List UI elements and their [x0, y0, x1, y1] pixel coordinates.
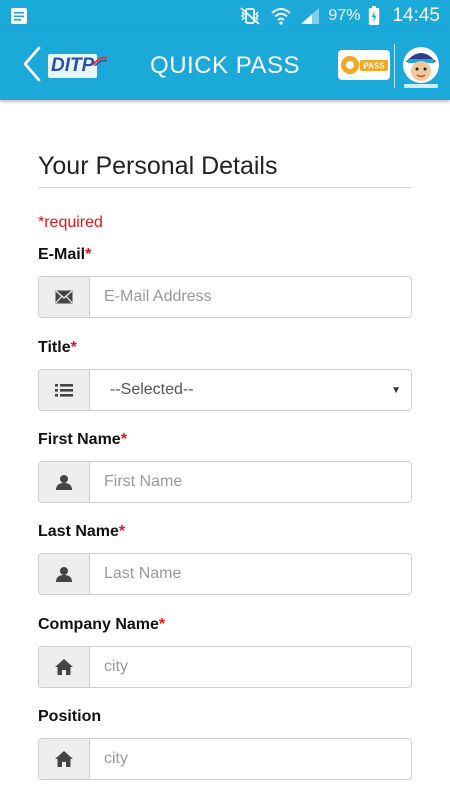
- email-input[interactable]: [90, 277, 411, 317]
- first-name-label-text: First Name: [38, 431, 121, 448]
- first-name-field-group: First Name*: [38, 425, 412, 503]
- qpass-logo-text: PASS: [363, 62, 385, 71]
- last-name-label: Last Name*: [38, 521, 412, 543]
- clock: 14:45: [392, 5, 440, 26]
- wifi-icon: [270, 6, 292, 26]
- appbar-divider: [394, 44, 395, 88]
- position-field-group: Position: [38, 702, 412, 780]
- battery-percent: 97%: [328, 7, 361, 24]
- list-icon: [39, 370, 90, 410]
- status-bar: 97% 14:45: [0, 0, 450, 32]
- last-name-label-text: Last Name: [38, 523, 119, 540]
- app-bar: DITP QUICK PASS PASS: [0, 32, 450, 100]
- vibrate-mute-icon: [238, 6, 262, 26]
- email-label: E-Mail*: [38, 244, 412, 266]
- required-star: *: [70, 339, 77, 356]
- email-field-group: E-Mail*: [38, 240, 412, 318]
- last-name-field-group: Last Name*: [38, 517, 412, 595]
- position-input-group: [38, 738, 412, 780]
- chevron-left-icon: [22, 46, 42, 87]
- title-select-group: --Selected-- ▼: [38, 369, 412, 411]
- title-select-value: --Selected--: [110, 381, 194, 398]
- user-icon: [39, 554, 90, 594]
- home-icon: [39, 647, 90, 687]
- qpass-logo: PASS: [338, 50, 390, 80]
- signal-icon: [300, 7, 320, 25]
- mascot-logo: [400, 44, 442, 90]
- last-name-input[interactable]: [90, 554, 411, 594]
- required-note: *required: [38, 214, 103, 231]
- battery-charging-icon: [368, 6, 380, 26]
- required-star: *: [158, 616, 166, 633]
- notification-icon: [10, 7, 28, 25]
- position-label-text: Position: [38, 708, 102, 725]
- required-star: *: [85, 246, 92, 263]
- required-star: *: [120, 431, 127, 448]
- title-label-text: Title: [38, 339, 71, 356]
- title-label: Title*: [38, 337, 412, 359]
- company-name-label: Company Name*: [38, 614, 412, 636]
- personal-details-form: Your Personal Details *required: [38, 100, 412, 232]
- required-star: *: [118, 523, 126, 540]
- caret-down-icon: ▼: [391, 384, 401, 396]
- position-input[interactable]: [90, 739, 411, 779]
- title-select[interactable]: --Selected-- ▼: [90, 370, 411, 410]
- company-name-input[interactable]: [90, 647, 411, 687]
- section-title: Your Personal Details: [38, 152, 412, 188]
- email-input-group: [38, 276, 412, 318]
- envelope-icon: [39, 277, 90, 317]
- first-name-input[interactable]: [90, 462, 411, 502]
- back-button[interactable]: [12, 32, 52, 100]
- company-name-label-text: Company Name: [38, 616, 159, 633]
- company-name-field-group: Company Name*: [38, 610, 412, 688]
- title-field-group: Title* --Selected-- ▼: [38, 333, 412, 411]
- ditp-logo-text: DITP: [51, 55, 95, 76]
- ditp-swoosh-icon: [93, 56, 108, 66]
- ditp-logo: DITP: [48, 54, 108, 78]
- company-name-input-group: [38, 646, 412, 688]
- last-name-input-group: [38, 553, 412, 595]
- home-icon: [39, 739, 90, 779]
- email-label-text: E-Mail: [38, 246, 86, 263]
- first-name-label: First Name*: [38, 429, 412, 451]
- first-name-input-group: [38, 461, 412, 503]
- position-label: Position: [38, 706, 412, 728]
- user-icon: [39, 462, 90, 502]
